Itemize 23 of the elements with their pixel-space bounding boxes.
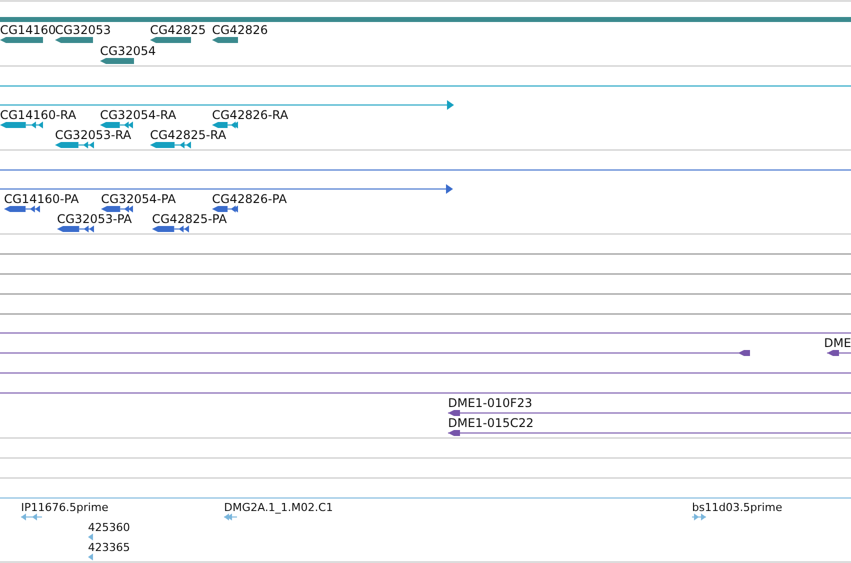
feature-label: DME: [824, 336, 851, 350]
feature-label: CG14160-RA: [0, 108, 76, 122]
feature-label: CG14160: [0, 23, 56, 37]
feature-label: CG42826-RA: [212, 108, 288, 122]
feature-label: CG42825-RA: [150, 128, 226, 142]
feature-label: CG32054-RA: [100, 108, 176, 122]
feature-label: IP11676.5prime: [21, 501, 108, 514]
feature-label: CG32053-RA: [55, 128, 132, 142]
feature-label: CG42825: [150, 23, 206, 37]
feature-label: CG32054-PA: [101, 192, 176, 206]
feature-label: bs11d03.5prime: [692, 501, 782, 514]
feature-label: DME1-015C22: [448, 416, 534, 430]
feature-label: CG42825-PA: [152, 212, 227, 226]
feature-label: CG42826: [212, 23, 268, 37]
feature-label: DMG2A.1_1.M02.C1: [224, 501, 333, 514]
feature-label: 423365: [88, 541, 130, 554]
feature-label: CG32053-PA: [57, 212, 132, 226]
feature-label: CG14160-PA: [4, 192, 79, 206]
feature-label: 425360: [88, 521, 130, 534]
feature-label: CG32054: [100, 44, 156, 58]
feature-label: CG32053: [55, 23, 111, 37]
feature-label: DME1-010F23: [448, 396, 532, 410]
feature-label: CG42826-PA: [212, 192, 287, 206]
